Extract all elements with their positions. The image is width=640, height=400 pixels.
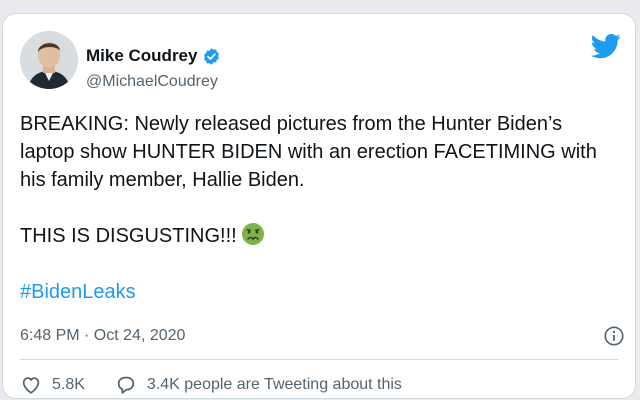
author-handle[interactable]: @MichaelCoudrey [86, 73, 218, 91]
verified-badge-icon [202, 47, 221, 66]
author-row: Mike Coudrey [86, 46, 221, 66]
tweet-shout-text: THIS IS DISGUSTING!!! [20, 225, 237, 247]
like-count: 5.8K [52, 376, 85, 393]
speech-bubble-icon [117, 376, 135, 394]
like-button[interactable]: 5.8K [20, 374, 85, 396]
tweet-paragraph-2: THIS IS DISGUSTING!!! [20, 222, 620, 250]
twitter-bird-icon[interactable] [590, 31, 621, 61]
nauseated-face-emoji [241, 222, 265, 246]
tweet-actions: 5.8K 3.4K people are Tweeting about this [20, 374, 402, 396]
info-icon[interactable] [603, 325, 625, 347]
tweeting-about-text: 3.4K people are Tweeting about this [146, 376, 402, 393]
heart-icon [22, 377, 40, 394]
tweet-timestamp[interactable]: 6:48 PM · Oct 24, 2020 [20, 327, 185, 345]
tweet-text: BREAKING: Newly released pictures from t… [20, 110, 620, 306]
author-name[interactable]: Mike Coudrey [86, 46, 197, 66]
hashtag-link[interactable]: #BidenLeaks [20, 281, 136, 303]
tweeting-about-link[interactable]: 3.4K people are Tweeting about this [115, 374, 402, 396]
hashtag-line: #BidenLeaks [20, 278, 620, 306]
tweet-paragraph-1: BREAKING: Newly released pictures from t… [20, 113, 597, 191]
divider [20, 359, 618, 360]
tweet-card: Mike Coudrey @MichaelCoudrey BREAKING: N… [2, 13, 636, 399]
avatar[interactable] [20, 31, 78, 89]
